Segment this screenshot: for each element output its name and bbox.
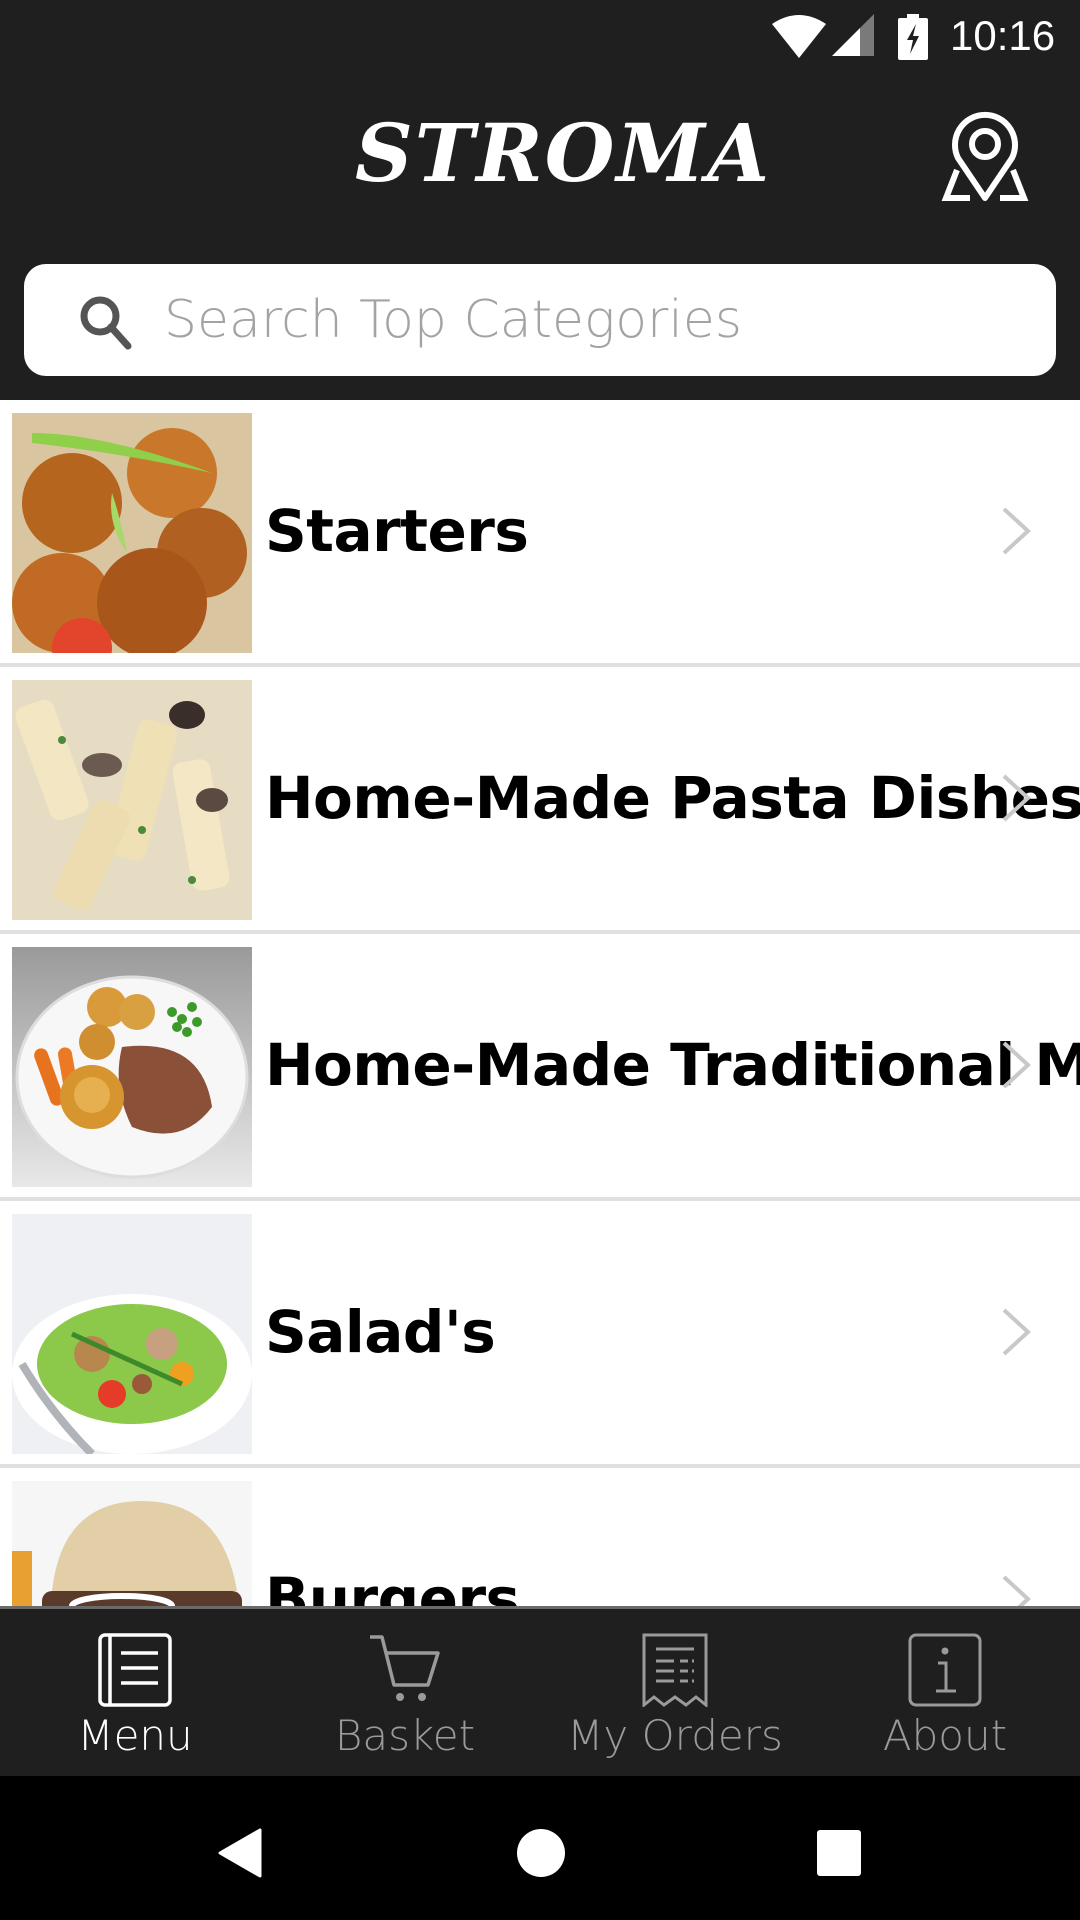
search-input[interactable] [164,282,1024,358]
wifi-icon [772,14,826,65]
category-image-starters [12,413,252,653]
category-row-pasta[interactable]: Home-Made Pasta Dishes [0,667,1080,934]
category-row-burgers[interactable]: Burgers [0,1468,1080,1606]
category-image-pasta [12,680,252,920]
status-time: 10:16 [950,12,1056,59]
search-icon [78,294,134,355]
nav-label: My Orders [567,1711,783,1760]
category-list[interactable]: Starters Home-Made Pasta Dishes Home-Mad… [0,400,1080,1606]
category-label: Home-Made Pasta Dishes [265,764,1080,832]
category-label: Starters [265,497,529,565]
app-header: STROMA [0,76,1080,400]
map-location-pin-icon [941,112,1029,201]
recents-square-icon [817,1830,861,1876]
status-bar: 10:16 [0,0,1080,76]
nav-label: About [882,1711,1008,1760]
menu-book-icon [98,1633,172,1712]
app-logo: STROMA [354,106,772,200]
category-image-salads [12,1214,252,1454]
nav-label: Basket [334,1711,476,1760]
chevron-right-icon [1000,1040,1034,1095]
category-label: Burgers [265,1565,520,1606]
category-image-burgers [12,1481,252,1606]
category-label: Home-Made Traditional Meals [265,1031,1080,1099]
category-row-salads[interactable]: Salad's [0,1201,1080,1468]
chevron-right-icon [1000,1307,1034,1362]
home-circle-icon [517,1829,565,1877]
chevron-right-icon [1000,506,1034,561]
search-bar[interactable] [24,264,1056,376]
home-button[interactable] [516,1828,566,1883]
chevron-right-icon [1000,773,1034,828]
back-triangle-icon [218,1828,262,1878]
location-button[interactable] [930,106,1040,216]
category-row-traditional-meals[interactable]: Home-Made Traditional Meals [0,934,1080,1201]
nav-label: Menu [77,1711,193,1760]
back-button[interactable] [216,1828,262,1883]
receipt-icon [638,1633,712,1712]
category-image-traditional-meals [12,947,252,1187]
nav-tab-my-orders[interactable]: My Orders [540,1609,810,1776]
nav-tab-basket[interactable]: Basket [270,1609,540,1776]
bottom-nav: Menu Basket My Orders About [0,1606,1080,1776]
category-label: Salad's [265,1298,496,1366]
chevron-right-icon [1000,1574,1034,1606]
category-row-starters[interactable]: Starters [0,400,1080,667]
info-icon [908,1633,982,1712]
system-nav-bar [0,1776,1080,1920]
nav-tab-about[interactable]: About [810,1609,1080,1776]
nav-tab-menu[interactable]: Menu [0,1609,270,1776]
cart-icon [368,1633,442,1712]
recents-button[interactable] [816,1828,862,1883]
cell-signal-icon [832,14,876,63]
battery-charging-icon [898,14,928,65]
